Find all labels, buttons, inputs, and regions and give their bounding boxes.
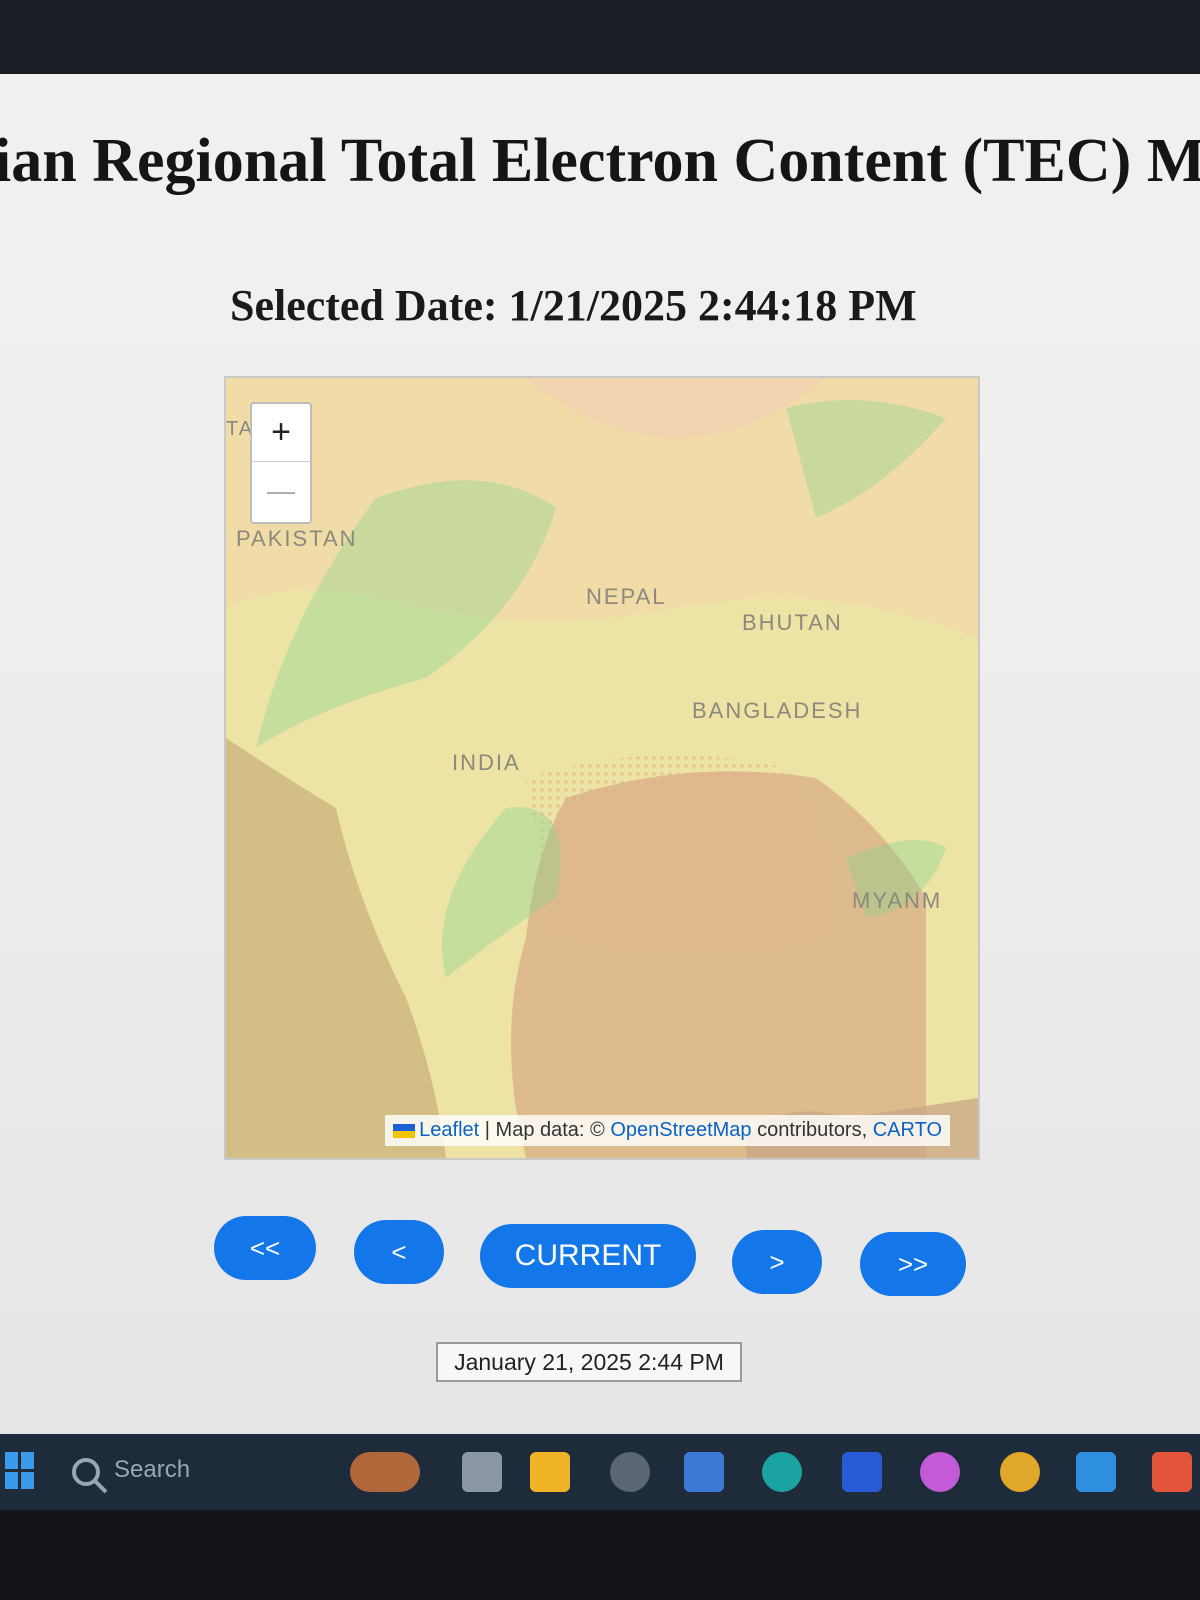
- first-button[interactable]: <<: [214, 1216, 316, 1280]
- next-button[interactable]: >: [732, 1230, 822, 1294]
- country-label-nepal: NEPAL: [586, 584, 667, 609]
- store-icon[interactable]: [684, 1452, 724, 1492]
- browser-viewport: ian Regional Total Electron Content (TEC…: [0, 74, 1200, 1434]
- app-icon[interactable]: [842, 1452, 882, 1492]
- attribution-separator: | Map data: ©: [479, 1119, 611, 1141]
- country-label-bangladesh: BANGLADESH: [692, 698, 863, 723]
- edge-icon[interactable]: [762, 1452, 802, 1492]
- monitor-bezel-top: [0, 0, 1200, 76]
- map-tiles: [226, 378, 978, 1158]
- carto-link[interactable]: CARTO: [873, 1119, 942, 1141]
- last-button[interactable]: >>: [860, 1232, 966, 1296]
- vscode-icon[interactable]: [1076, 1452, 1116, 1492]
- zoom-in-button[interactable]: +: [252, 404, 310, 462]
- settings-icon[interactable]: [610, 1452, 650, 1492]
- copilot-icon[interactable]: [920, 1452, 960, 1492]
- country-label-myanmar: MYANM: [852, 888, 943, 913]
- attribution-contributors: contributors,: [751, 1119, 873, 1141]
- chrome-icon[interactable]: [1000, 1452, 1040, 1492]
- windows-taskbar: Search: [0, 1434, 1200, 1510]
- country-label-bhutan: BHUTAN: [742, 610, 843, 635]
- brave-icon[interactable]: [1152, 1452, 1192, 1492]
- page-title: ian Regional Total Electron Content (TEC…: [0, 127, 1200, 195]
- country-label-pakistan: PAKISTAN: [236, 526, 358, 551]
- ukraine-flag-icon: [393, 1123, 416, 1138]
- tec-map[interactable]: TA PAKISTAN NEPAL BHUTAN BANGLADESH INDI…: [224, 376, 980, 1160]
- zoom-control: + —: [250, 402, 312, 524]
- taskbar-search-label[interactable]: Search: [114, 1456, 190, 1484]
- map-attribution: Leaflet | Map data: © OpenStreetMap cont…: [385, 1115, 950, 1146]
- search-icon[interactable]: [70, 1456, 110, 1496]
- selected-date-heading: Selected Date: 1/21/2025 2:44:18 PM: [230, 281, 917, 330]
- country-label-india: INDIA: [452, 750, 521, 775]
- monitor-bezel-bottom: [0, 1510, 1200, 1600]
- leaflet-link[interactable]: Leaflet: [419, 1119, 479, 1141]
- previous-button[interactable]: <: [354, 1220, 444, 1284]
- openstreetmap-link[interactable]: OpenStreetMap: [610, 1119, 751, 1141]
- task-view-icon[interactable]: [462, 1452, 502, 1492]
- current-button[interactable]: CURRENT: [480, 1224, 696, 1288]
- date-display[interactable]: January 21, 2025 2:44 PM: [436, 1342, 742, 1382]
- zoom-out-button[interactable]: —: [252, 462, 310, 520]
- windows-start-icon[interactable]: [0, 1450, 40, 1490]
- fox-widget-icon[interactable]: [350, 1452, 420, 1492]
- file-explorer-icon[interactable]: [530, 1452, 570, 1492]
